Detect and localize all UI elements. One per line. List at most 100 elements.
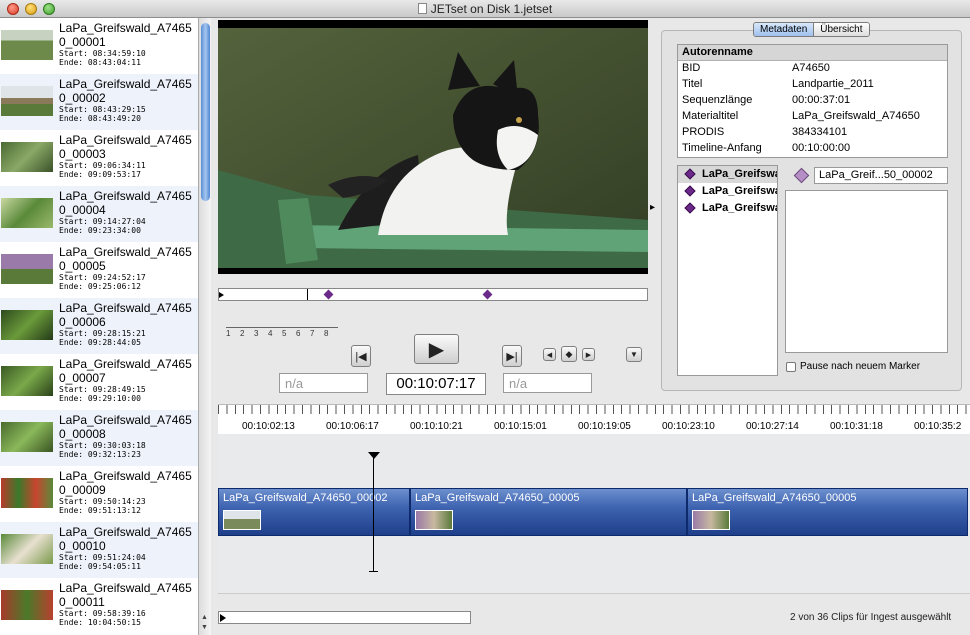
playhead[interactable] <box>373 458 374 572</box>
marker-diamond-icon[interactable] <box>482 289 493 300</box>
scroll-thumb-icon[interactable] <box>220 614 226 622</box>
clip-name: LaPa_Greifswald_A74650_00007 <box>59 357 192 385</box>
clip-thumbnail <box>1 534 53 564</box>
clip-name: LaPa_Greifswald_A74650_00001 <box>59 21 192 49</box>
ruler-label: 00:10:27:14 <box>746 421 799 432</box>
video-viewer[interactable] <box>218 20 648 274</box>
marker-list[interactable]: LaPa_Greifswald_A74650_00002 LaPa_Greifs… <box>677 165 778 376</box>
audio-channel[interactable]: 4 <box>268 327 282 338</box>
panel-tab-control[interactable]: Metadaten Übersicht <box>753 22 870 37</box>
clip-thumbnail <box>1 310 53 340</box>
ruler-ticks <box>218 405 970 414</box>
scroll-down-arrow-icon[interactable]: ▼ <box>201 624 208 631</box>
scroll-up-arrow-icon[interactable]: ▲ <box>201 614 208 621</box>
marker-list-item[interactable]: LaPa_Greifswald_A74650_00005 <box>678 200 777 217</box>
metadata-row: Materialtitel LaPa_Greifswald_A74650 <box>682 110 920 122</box>
ruler-label: 00:10:15:01 <box>494 421 547 432</box>
status-text: 2 von 36 Clips für Ingest ausgewählt <box>790 612 952 623</box>
diamond-icon: ◆ <box>565 348 573 359</box>
timecode-display: 00:10:07:17 <box>386 373 486 395</box>
ruler-label: 00:10:19:05 <box>578 421 631 432</box>
audio-channel[interactable]: 6 <box>296 327 310 338</box>
ruler-label: 00:10:06:17 <box>326 421 379 432</box>
clip-list-item[interactable]: LaPa_Greifswald_A74650_00008 Start: 09:3… <box>0 410 198 466</box>
clip-start: Start: 09:30:03:18 <box>59 441 146 450</box>
clip-start: Start: 09:06:34:11 <box>59 161 146 170</box>
position-slider[interactable] <box>218 288 648 301</box>
go-to-out-button[interactable]: ▶| <box>502 345 522 367</box>
options-dropdown-button[interactable]: ▼ <box>626 347 642 362</box>
marker-list-item[interactable]: LaPa_Greifswald_A74650_00002 <box>678 166 777 183</box>
next-marker-button[interactable]: ▶ <box>582 348 595 361</box>
timeline-clip-thumbnail <box>415 510 453 530</box>
audio-channel[interactable]: 7 <box>310 327 324 338</box>
marker-diamond-icon <box>684 168 696 180</box>
timeline-clip[interactable]: LaPa_Greifswald_A74650_00005 <box>687 488 968 536</box>
clip-start: Start: 09:24:52:17 <box>59 273 146 282</box>
clip-thumbnail <box>1 478 53 508</box>
marker-list-item[interactable]: LaPa_Greifswald_A74650_00005 <box>678 183 777 200</box>
ruler-label: 00:10:02:13 <box>242 421 295 432</box>
play-button[interactable]: ▶ <box>414 334 459 364</box>
in-point-field[interactable]: n/a <box>279 373 368 393</box>
clip-name: LaPa_Greifswald_A74650_00003 <box>59 133 192 161</box>
clip-list-item[interactable]: LaPa_Greifswald_A74650_00011 Start: 09:5… <box>0 578 198 634</box>
metadata-row: PRODIS 384334101 <box>682 126 848 138</box>
pause-after-marker-checkbox[interactable]: Pause nach neuem Marker <box>786 361 920 372</box>
add-marker-button[interactable]: ◆ <box>561 346 577 362</box>
timeline-clip-thumbnail <box>223 510 261 530</box>
clip-end: Ende: 09:54:05:11 <box>59 562 141 571</box>
marker-comment-area[interactable] <box>785 190 948 353</box>
clip-list-item[interactable]: LaPa_Greifswald_A74650_00001 Start: 08:3… <box>0 18 198 74</box>
clip-list-item[interactable]: LaPa_Greifswald_A74650_00003 Start: 09:0… <box>0 130 198 186</box>
checkbox-box[interactable] <box>786 361 796 372</box>
audio-channel[interactable]: 3 <box>254 327 268 338</box>
clip-list-item[interactable]: LaPa_Greifswald_A74650_00009 Start: 09:5… <box>0 466 198 522</box>
go-to-in-button[interactable]: |◀ <box>351 345 371 367</box>
clip-start: Start: 08:43:29:15 <box>59 105 146 114</box>
metadata-header: Autorenname <box>678 45 947 61</box>
metadata-row: Titel Landpartie_2011 <box>682 78 874 90</box>
clip-start: Start: 09:28:49:15 <box>59 385 146 394</box>
audio-channel-selector[interactable]: 12345678 <box>226 327 338 338</box>
audio-channel[interactable]: 1 <box>226 327 240 338</box>
audio-channel[interactable]: 2 <box>240 327 254 338</box>
previous-marker-button[interactable]: ◀ <box>543 348 556 361</box>
timeline-ruler[interactable]: 00:10:02:13 00:10:06:17 00:10:10:21 00:1… <box>218 404 970 434</box>
clip-end: Ende: 09:23:34:00 <box>59 226 141 235</box>
timeline-clip-thumbnail <box>692 510 730 530</box>
arrow-right-icon: ▶ <box>585 351 592 359</box>
timeline-clip[interactable]: LaPa_Greifswald_A74650_00002 <box>218 488 410 536</box>
playhead-handle[interactable] <box>368 452 380 459</box>
clip-list-scrollbar[interactable]: ▲ ▼ <box>198 18 211 635</box>
clip-list[interactable]: LaPa_Greifswald_A74650_00001 Start: 08:3… <box>0 18 198 635</box>
clip-list-item[interactable]: LaPa_Greifswald_A74650_00007 Start: 09:2… <box>0 354 198 410</box>
clip-start: Start: 09:28:15:21 <box>59 329 146 338</box>
clip-name: LaPa_Greifswald_A74650_00002 <box>59 77 192 105</box>
marker-diamond-icon[interactable] <box>323 289 334 300</box>
clip-list-item[interactable]: LaPa_Greifswald_A74650_00004 Start: 09:1… <box>0 186 198 242</box>
clip-thumbnail <box>1 198 53 228</box>
marker-name-field[interactable]: LaPa_Greif...50_00002 <box>814 167 948 184</box>
clip-thumbnail <box>1 590 53 620</box>
clip-list-item[interactable]: LaPa_Greifswald_A74650_00006 Start: 09:2… <box>0 298 198 354</box>
clip-thumbnail <box>1 30 53 60</box>
position-indicator[interactable] <box>307 289 308 300</box>
document-icon <box>417 3 427 14</box>
audio-channel[interactable]: 5 <box>282 327 296 338</box>
splitter-handle-icon[interactable]: ▸ <box>650 202 655 213</box>
clip-name: LaPa_Greifswald_A74650_00010 <box>59 525 192 553</box>
title-bar: JETset on Disk 1.jetset <box>0 0 970 18</box>
audio-channel[interactable]: 8 <box>324 327 338 338</box>
clip-list-item[interactable]: LaPa_Greifswald_A74650_00005 Start: 09:2… <box>0 242 198 298</box>
clip-list-item[interactable]: LaPa_Greifswald_A74650_00010 Start: 09:5… <box>0 522 198 578</box>
tab-overview[interactable]: Übersicht <box>814 23 869 36</box>
timeline-scrollbar[interactable] <box>218 611 471 624</box>
scrollbar-knob[interactable] <box>201 23 210 201</box>
clip-name: LaPa_Greifswald_A74650_00006 <box>59 301 192 329</box>
out-point-field[interactable]: n/a <box>503 373 592 393</box>
clip-thumbnail <box>1 142 53 172</box>
timeline-clip[interactable]: LaPa_Greifswald_A74650_00005 <box>410 488 687 536</box>
tab-metadata[interactable]: Metadaten <box>754 23 815 36</box>
clip-list-item[interactable]: LaPa_Greifswald_A74650_00002 Start: 08:4… <box>0 74 198 130</box>
